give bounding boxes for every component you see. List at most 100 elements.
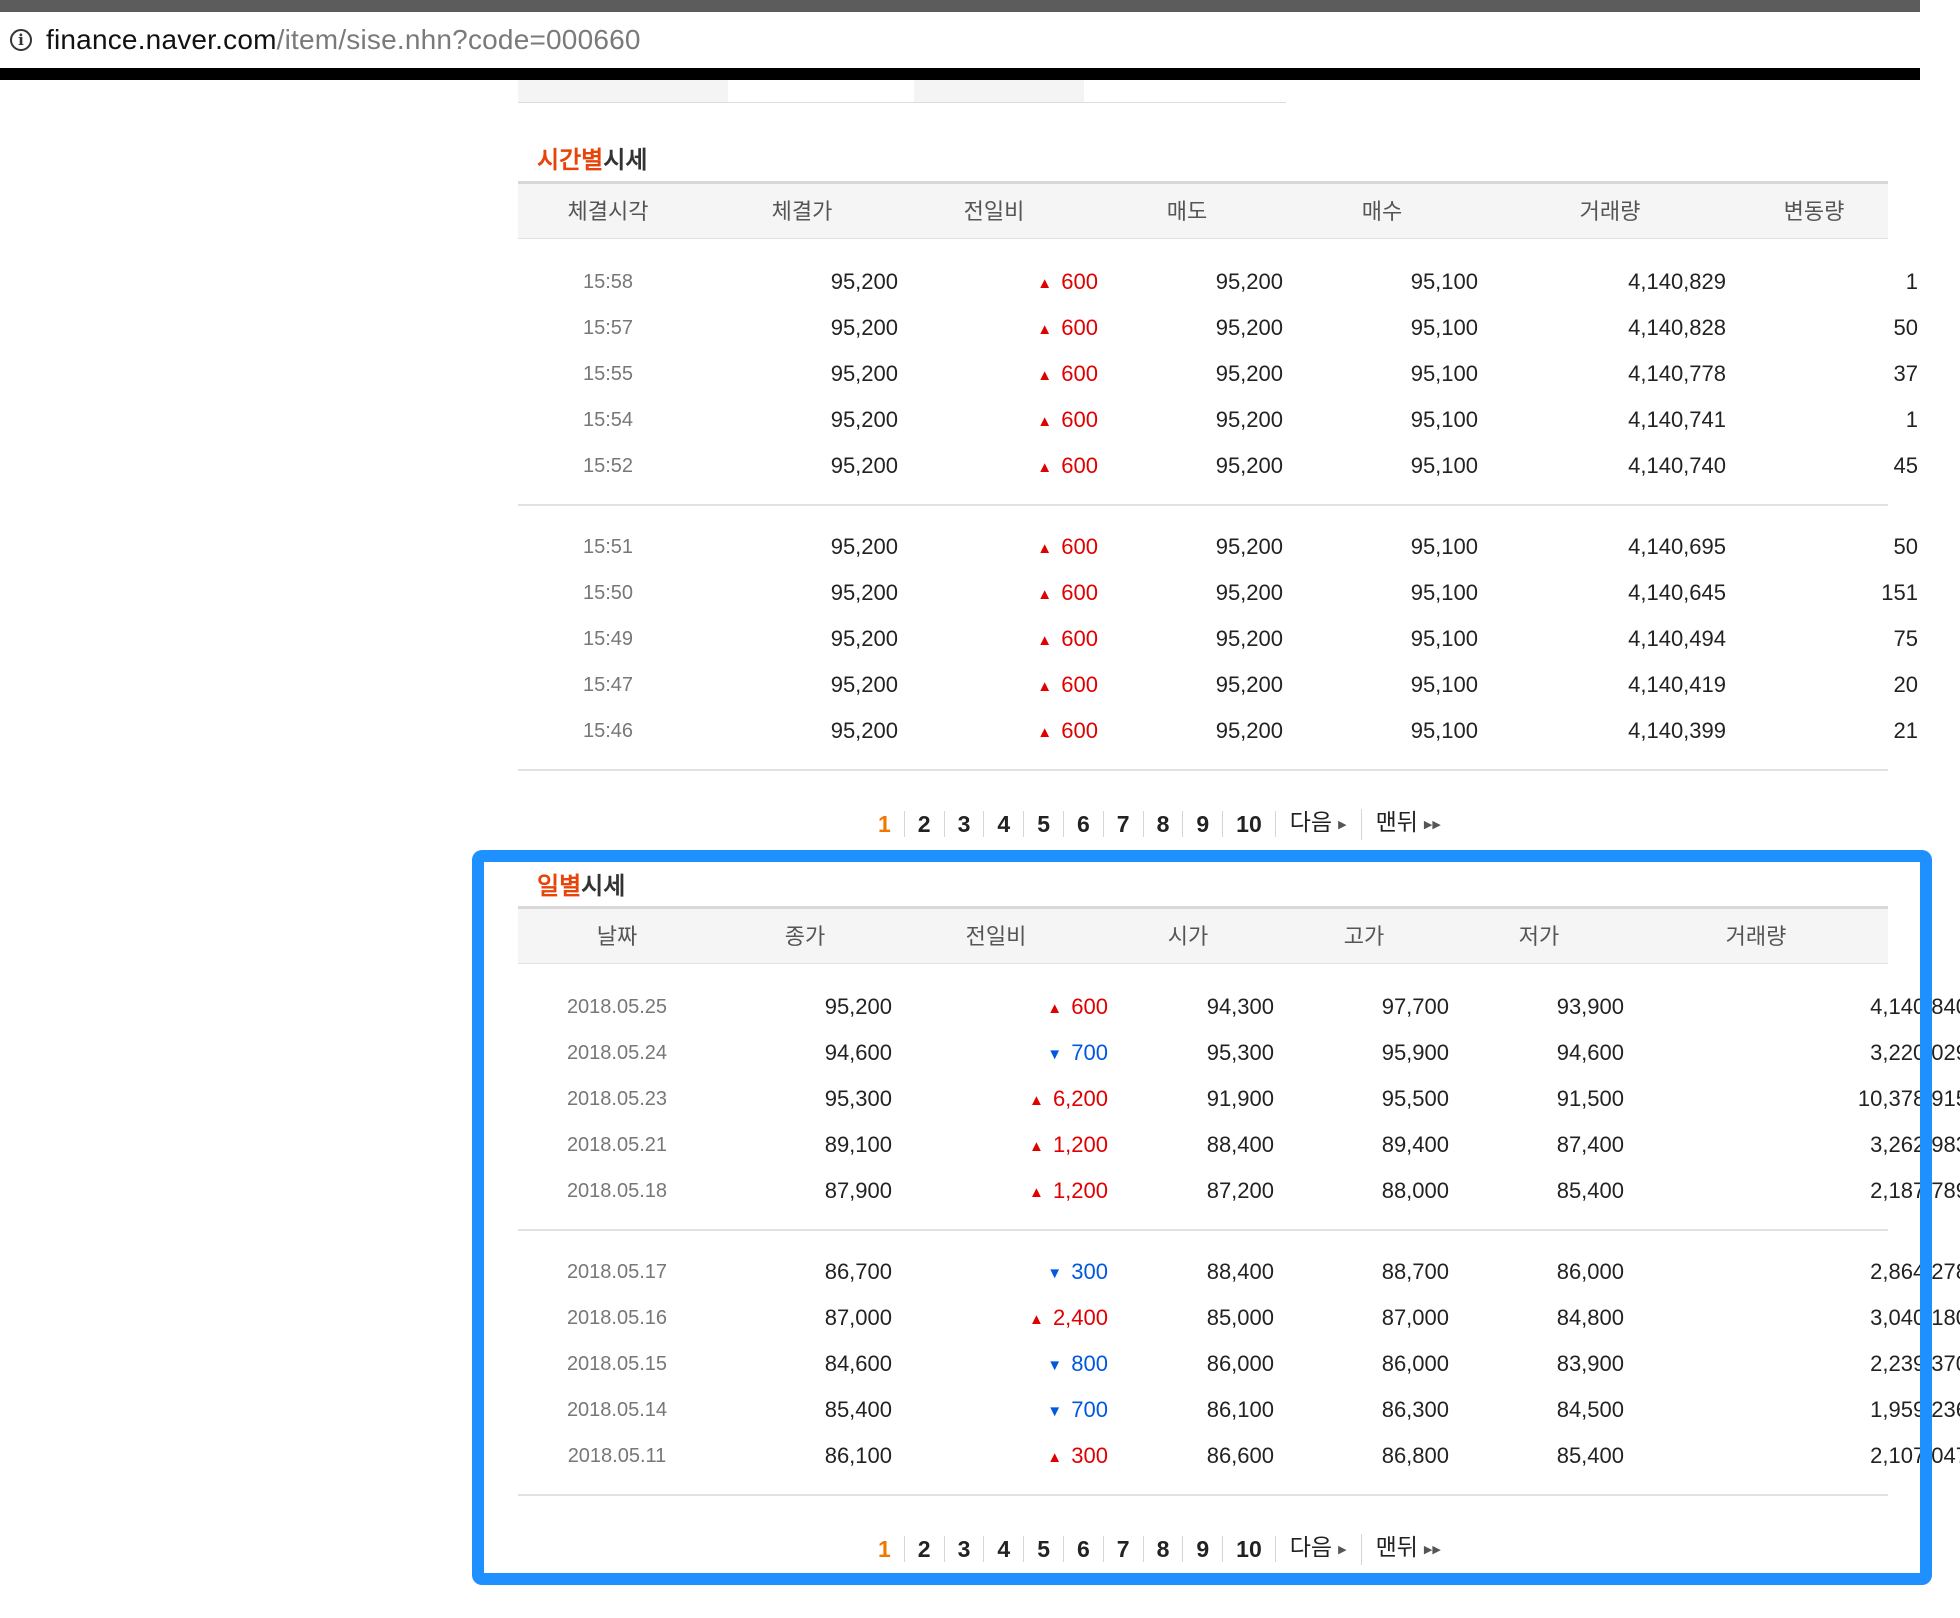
daily-page-10[interactable]: 10 [1223, 1536, 1276, 1562]
time-page-5[interactable]: 5 [1024, 811, 1064, 837]
time-page-6[interactable]: 6 [1064, 811, 1104, 837]
daily-cell-open: 86,000 [1206, 1351, 1274, 1376]
daily-cell-date: 2018.05.11 [567, 1445, 667, 1467]
daily-cell-low: 83,900 [1556, 1351, 1624, 1376]
up-arrow-icon: ▲ [1037, 540, 1053, 557]
time-cell-volume: 4,140,740 [1628, 453, 1726, 478]
time-last-label: 맨뒤 [1375, 808, 1418, 835]
daily-cell-low: 94,600 [1556, 1040, 1624, 1065]
time-cell-ask: 95,200 [1215, 453, 1283, 478]
daily-cell-volume: 10,378,915 [1857, 1086, 1960, 1111]
daily-cell-volume: 3,262,983 [1870, 1132, 1960, 1157]
time-cell-change: ▲ 600 [918, 259, 1098, 305]
table-row: 15:57 95,200 ▲ 600 95,200 95,100 4,140,828 50 [518, 305, 1918, 351]
daily-page-6[interactable]: 6 [1064, 1536, 1104, 1562]
time-page-3[interactable]: 3 [945, 811, 985, 837]
daily-page-2[interactable]: 2 [905, 1536, 945, 1562]
time-page-9[interactable]: 9 [1183, 811, 1224, 837]
time-cell-ask: 95,200 [1215, 315, 1283, 340]
daily-last-button[interactable]: 맨뒤 ▶▶ [1362, 1534, 1455, 1565]
daily-cell-high: 95,500 [1381, 1086, 1449, 1111]
next-arrow-icon: ▶ [1338, 1543, 1347, 1556]
browser-top-strip [0, 0, 1920, 12]
daily-cell-change: ▲ 6,200 [898, 1076, 1108, 1122]
time-page-8[interactable]: 8 [1144, 811, 1184, 837]
up-arrow-icon: ▲ [1028, 1138, 1044, 1155]
browser-bottom-bar [0, 68, 1920, 80]
up-arrow-icon: ▲ [1037, 632, 1053, 649]
daily-cell-date: 2018.05.18 [566, 1180, 668, 1202]
row-group-divider [518, 504, 1888, 506]
time-cell-delta: 1 [1905, 407, 1918, 432]
time-cell-time: 15:55 [582, 363, 634, 385]
daily-cell-volume: 2,107,047 [1870, 1443, 1960, 1468]
daily-cell-close: 86,100 [824, 1443, 892, 1468]
table-row: 15:47 95,200 ▲ 600 95,200 95,100 4,140,419 20 [518, 662, 1918, 708]
daily-page-3[interactable]: 3 [945, 1536, 985, 1562]
time-cell-volume: 4,140,645 [1628, 580, 1726, 605]
time-cell-volume: 4,140,695 [1628, 534, 1726, 559]
daily-next-button[interactable]: 다음 ▶ [1276, 1533, 1362, 1565]
time-page-7[interactable]: 7 [1104, 811, 1144, 837]
table-row: 15:51 95,200 ▲ 600 95,200 95,100 4,140,695 50 [518, 524, 1918, 570]
time-next-button[interactable]: 다음 ▶ [1276, 808, 1362, 840]
time-page-10[interactable]: 10 [1223, 811, 1276, 837]
daily-page-8[interactable]: 8 [1144, 1536, 1184, 1562]
time-cell-ask: 95,200 [1215, 407, 1283, 432]
up-arrow-icon: ▲ [1037, 678, 1053, 695]
daily-header-open: 시가 [1167, 924, 1209, 949]
daily-table-header: 날짜 종가 전일비 시가 고가 저가 거래량 [518, 906, 1888, 964]
up-arrow-icon: ▲ [1037, 321, 1053, 338]
time-cell-delta: 45 [1893, 453, 1918, 478]
time-cell-bid: 95,100 [1410, 534, 1478, 559]
daily-cell-high: 89,400 [1381, 1132, 1449, 1157]
daily-page-9[interactable]: 9 [1183, 1536, 1224, 1562]
time-cell-volume: 4,140,778 [1628, 361, 1726, 386]
time-page-4[interactable]: 4 [984, 811, 1025, 837]
time-cell-bid: 95,100 [1410, 269, 1478, 294]
time-header-ask: 매도 [1166, 199, 1208, 224]
time-header-price: 체결가 [771, 199, 833, 224]
time-pagination: 1 2 3 4 5 6 7 8 9 10 다음 ▶ 맨뒤 ▶▶ [860, 804, 1455, 844]
time-cell-bid: 95,100 [1410, 407, 1478, 432]
time-cell-volume: 4,140,399 [1628, 718, 1726, 743]
time-header-delta: 변동량 [1783, 199, 1845, 224]
daily-cell-change: ▼ 300 [898, 1249, 1108, 1295]
daily-page-4[interactable]: 4 [984, 1536, 1025, 1562]
daily-cell-open: 95,300 [1206, 1040, 1274, 1065]
table-row: 15:49 95,200 ▲ 600 95,200 95,100 4,140,494 75 [518, 616, 1918, 662]
daily-cell-low: 85,400 [1556, 1178, 1624, 1203]
time-cell-ask: 95,200 [1215, 672, 1283, 697]
time-section-title: 시간별시세 [537, 140, 647, 175]
time-page-1[interactable]: 1 [860, 811, 905, 837]
time-cell-volume: 4,140,828 [1628, 315, 1726, 340]
table-row: 2018.05.16 87,000 ▲ 2,400 85,000 87,000 84,800… [518, 1295, 1960, 1341]
url-text[interactable]: finance.naver.com/item/sise.nhn?code=000… [46, 24, 641, 56]
time-last-button[interactable]: 맨뒤 ▶▶ [1362, 809, 1455, 840]
daily-cell-change: ▲ 300 [898, 1433, 1108, 1479]
time-cell-price: 95,200 [830, 534, 898, 559]
daily-section-title: 일별시세 [537, 866, 625, 901]
time-cell-change: ▲ 600 [918, 305, 1098, 351]
table-row: 15:54 95,200 ▲ 600 95,200 95,100 4,140,741 1 [518, 397, 1918, 443]
time-cell-change: ▲ 600 [918, 708, 1098, 754]
row-group-divider [518, 1229, 1888, 1231]
table-row: 2018.05.11 86,100 ▲ 300 86,600 86,800 85,400 2,… [518, 1433, 1960, 1479]
daily-page-1[interactable]: 1 [860, 1536, 905, 1562]
info-icon[interactable]: i [10, 29, 32, 51]
time-cell-change: ▲ 600 [918, 570, 1098, 616]
daily-page-5[interactable]: 5 [1024, 1536, 1064, 1562]
address-bar[interactable]: i finance.naver.com/item/sise.nhn?code=0… [0, 12, 1920, 68]
daily-cell-change: ▼ 700 [898, 1030, 1108, 1076]
daily-page-7[interactable]: 7 [1104, 1536, 1144, 1562]
up-arrow-icon: ▲ [1037, 459, 1053, 476]
time-cell-price: 95,200 [830, 453, 898, 478]
daily-cell-date: 2018.05.15 [566, 1353, 668, 1375]
daily-cell-low: 84,500 [1556, 1397, 1624, 1422]
up-arrow-icon: ▲ [1037, 275, 1053, 292]
time-cell-bid: 95,100 [1410, 718, 1478, 743]
table-row: 2018.05.23 95,300 ▲ 6,200 91,900 95,500 91,500… [518, 1076, 1960, 1122]
daily-cell-date: 2018.05.16 [566, 1307, 668, 1329]
time-page-2[interactable]: 2 [905, 811, 945, 837]
time-cell-price: 95,200 [830, 580, 898, 605]
